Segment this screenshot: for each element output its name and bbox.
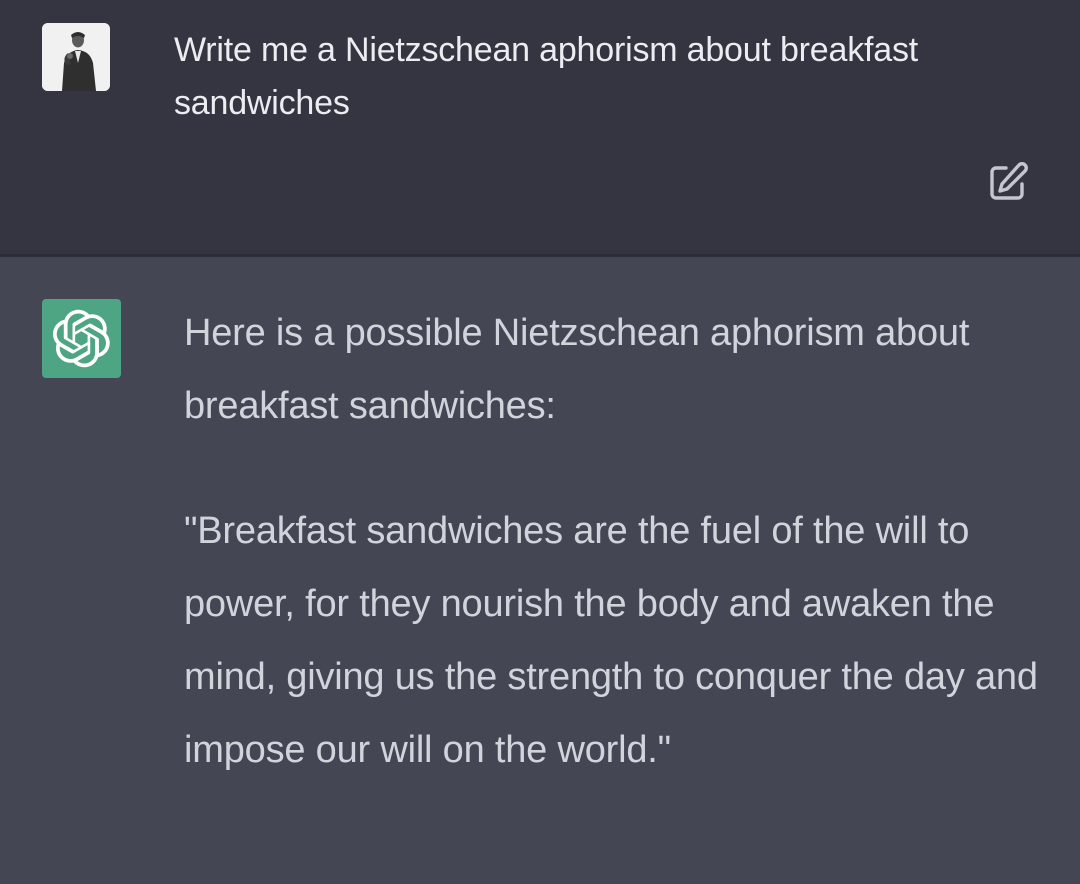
- assistant-paragraph-intro: Here is a possible Nietzschean aphorism …: [184, 312, 970, 427]
- assistant-avatar: [42, 299, 121, 378]
- edit-button[interactable]: [984, 158, 1032, 206]
- person-photo-icon: [42, 23, 110, 91]
- user-message: Write me a Nietzschean aphorism about br…: [0, 0, 1080, 257]
- openai-logo-icon: [52, 309, 110, 368]
- assistant-message-text: Here is a possible Nietzschean aphorism …: [184, 297, 1044, 787]
- assistant-message: Here is a possible Nietzschean aphorism …: [0, 257, 1080, 884]
- edit-icon: [990, 162, 1028, 200]
- assistant-paragraph-aphorism: "Breakfast sandwiches are the fuel of th…: [184, 510, 1038, 771]
- user-message-text: Write me a Nietzschean aphorism about br…: [174, 31, 918, 122]
- user-avatar: [42, 23, 110, 91]
